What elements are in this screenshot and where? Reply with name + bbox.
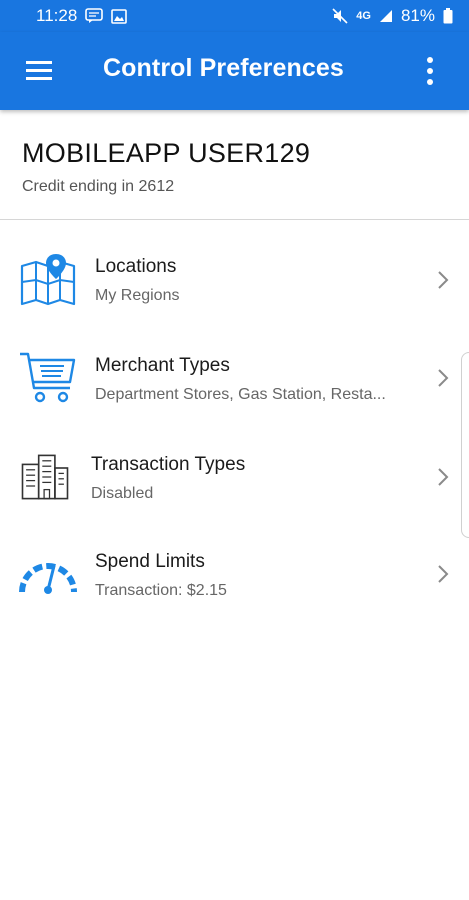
item-title: Transaction Types (91, 454, 246, 475)
edge-panel-handle[interactable] (461, 352, 469, 538)
message-icon (85, 8, 104, 24)
item-subtitle: Transaction: $2.15 (95, 582, 227, 599)
chevron-right-icon (438, 468, 449, 486)
status-right: 4G 81% (332, 6, 453, 26)
item-title: Locations (95, 256, 177, 277)
chevron-right-icon (438, 565, 449, 583)
item-subtitle: Disabled (91, 485, 154, 502)
account-header: MOBILEAPP USER129 Credit ending in 2612 (0, 110, 469, 220)
list-item-locations[interactable]: Locations My Regions (0, 250, 469, 348)
buildings-icon (21, 454, 69, 500)
status-bar: 11:28 4G 81% (0, 0, 469, 32)
chevron-right-icon (438, 271, 449, 289)
battery-percent: 81% (400, 6, 435, 25)
mute-icon (332, 8, 348, 24)
item-title: Merchant Types (95, 355, 230, 376)
app-bar: Control Preferences (0, 32, 469, 110)
item-subtitle: My Regions (95, 287, 180, 304)
shopping-cart-icon (20, 352, 76, 403)
more-vertical-icon (427, 57, 433, 85)
status-time: 11:28 (36, 6, 78, 25)
speedometer-icon (19, 563, 77, 594)
hamburger-menu-icon (26, 61, 52, 80)
item-title: Spend Limits (95, 551, 205, 572)
chevron-right-icon (438, 369, 449, 387)
page-title: Control Preferences (103, 54, 344, 82)
overflow-menu-button[interactable] (418, 54, 442, 88)
list-item-spend-limits[interactable]: Spend Limits Transaction: $2.15 (0, 548, 469, 646)
network-type-icon: 4G (356, 10, 371, 22)
list-item-merchant-types[interactable]: Merchant Types Department Stores, Gas St… (0, 350, 469, 448)
signal-icon (379, 9, 393, 23)
menu-button[interactable] (24, 58, 56, 84)
item-subtitle: Department Stores, Gas Station, Resta... (95, 386, 386, 403)
battery-icon (443, 8, 453, 24)
image-icon (111, 8, 128, 24)
account-name: MOBILEAPP USER129 (22, 138, 311, 168)
status-left: 11:28 (36, 6, 128, 26)
card-ending-text: Credit ending in 2612 (22, 178, 175, 195)
map-pin-icon (20, 254, 76, 306)
list-item-transaction-types[interactable]: Transaction Types Disabled (0, 449, 469, 547)
